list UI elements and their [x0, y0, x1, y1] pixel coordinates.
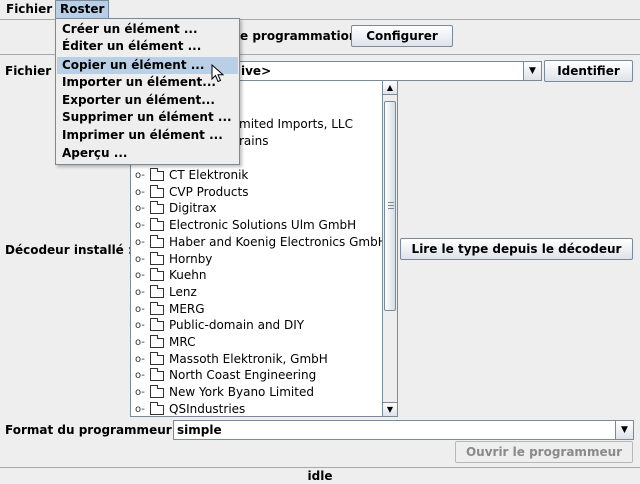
file-combo-value: ive>: [241, 64, 272, 78]
menu-item-preview[interactable]: Aperçu ...: [57, 145, 238, 162]
menu-bar: Fichier Roster: [0, 0, 640, 19]
tree-expand-icon[interactable]: o-: [135, 301, 149, 318]
programmer-label: Format du programmeur :: [5, 423, 181, 437]
folder-icon: [150, 352, 164, 365]
folder-icon: [150, 285, 164, 298]
roster-menu: Créer un élément ... Éditer un élément .…: [55, 18, 240, 165]
chevron-down-icon[interactable]: ▼: [523, 62, 541, 80]
folder-icon: [150, 302, 164, 315]
tree-expand-icon[interactable]: o-: [135, 334, 149, 351]
tree-label: CT Elektronik: [169, 168, 249, 182]
menu-roster[interactable]: Roster: [55, 0, 110, 19]
tree-expand-icon[interactable]: o-: [135, 351, 149, 368]
tree-label: North Coast Engineering: [169, 368, 317, 382]
tree-label: Public-domain and DIY: [169, 318, 305, 332]
tree-expand-icon[interactable]: o-: [135, 167, 149, 184]
menu-item-print[interactable]: Imprimer un élément ...: [57, 127, 238, 144]
configure-button[interactable]: Configurer: [351, 25, 453, 47]
folder-icon: [150, 318, 164, 331]
grip-line: [388, 208, 394, 209]
status-bar: idle: [0, 467, 640, 483]
programmer-combo-value: simple: [177, 423, 222, 437]
grip-line: [388, 202, 394, 203]
identify-button[interactable]: Identifier: [544, 60, 633, 82]
menu-item-create[interactable]: Créer un élément ...: [57, 21, 238, 38]
tree-expand-icon[interactable]: o-: [135, 284, 149, 301]
file-label: Fichier: [5, 64, 52, 78]
tree-label: Kuehn: [169, 268, 207, 282]
tree-expand-icon[interactable]: o-: [135, 234, 149, 251]
chevron-down-icon[interactable]: ▼: [615, 421, 633, 439]
tree-expand-icon[interactable]: o-: [135, 200, 149, 217]
grip-line: [388, 205, 394, 206]
tree-expand-icon[interactable]: o-: [135, 384, 149, 401]
folder-icon: [150, 218, 164, 231]
tree-expand-icon[interactable]: o-: [135, 267, 149, 284]
open-programmer-button[interactable]: Ouvrir le programmeur: [455, 441, 633, 463]
tree-expand-icon[interactable]: o-: [135, 401, 149, 416]
programming-label: e programmation: [240, 29, 358, 43]
mouse-pointer-icon: [211, 64, 225, 83]
tree-label: Massoth Elektronik, GmbH: [169, 352, 328, 366]
tree-label: Electronic Solutions Ulm GmbH: [169, 218, 357, 232]
menu-item-delete[interactable]: Supprimer un élément ...: [57, 109, 238, 126]
folder-icon: [150, 168, 164, 181]
tree-expand-icon[interactable]: o-: [135, 217, 149, 234]
tree-scrollbar[interactable]: ▲ ▼: [383, 80, 398, 417]
folder-icon: [150, 185, 164, 198]
scroll-up-icon[interactable]: ▲: [383, 81, 397, 95]
folder-icon: [150, 235, 164, 248]
folder-icon: [150, 368, 164, 381]
programmer-combo[interactable]: simple ▼: [173, 420, 634, 440]
tree-label: CVP Products: [169, 185, 249, 199]
folder-icon: [150, 402, 164, 415]
scroll-down-icon[interactable]: ▼: [383, 402, 397, 416]
read-decoder-button[interactable]: Lire le type depuis le décodeur: [400, 238, 633, 260]
tree-label: Lenz: [169, 285, 197, 299]
menu-item-export[interactable]: Exporter un élément...: [57, 92, 238, 109]
folder-icon: [150, 335, 164, 348]
tree-label: Digitrax: [169, 201, 217, 215]
scrollbar-thumb[interactable]: [384, 101, 396, 311]
folder-icon: [150, 201, 164, 214]
tree-label: MERG: [169, 302, 205, 316]
tree-label: mited Imports, LLC: [239, 117, 353, 131]
folder-icon: [150, 268, 164, 281]
tree-expand-icon[interactable]: o-: [135, 367, 149, 384]
tree-label: Haber and Koenig Electronics GmbH: [169, 235, 383, 249]
tree-expand-icon[interactable]: o-: [135, 251, 149, 268]
tree-expand-icon[interactable]: o-: [135, 184, 149, 201]
tree-label: MRC: [169, 335, 196, 349]
menu-item-edit[interactable]: Éditer un élément ...: [57, 38, 238, 55]
folder-icon: [150, 252, 164, 265]
tree-expand-icon[interactable]: o-: [135, 317, 149, 334]
tree-label: Hornby: [169, 252, 213, 266]
tree-label: New York Byano Limited: [169, 385, 314, 399]
folder-icon: [150, 385, 164, 398]
menu-fichier[interactable]: Fichier: [2, 0, 56, 19]
tree-label: rains: [239, 134, 269, 148]
decoder-label: Décodeur installé :: [5, 243, 133, 257]
tree-label: QSIndustries: [169, 402, 246, 416]
